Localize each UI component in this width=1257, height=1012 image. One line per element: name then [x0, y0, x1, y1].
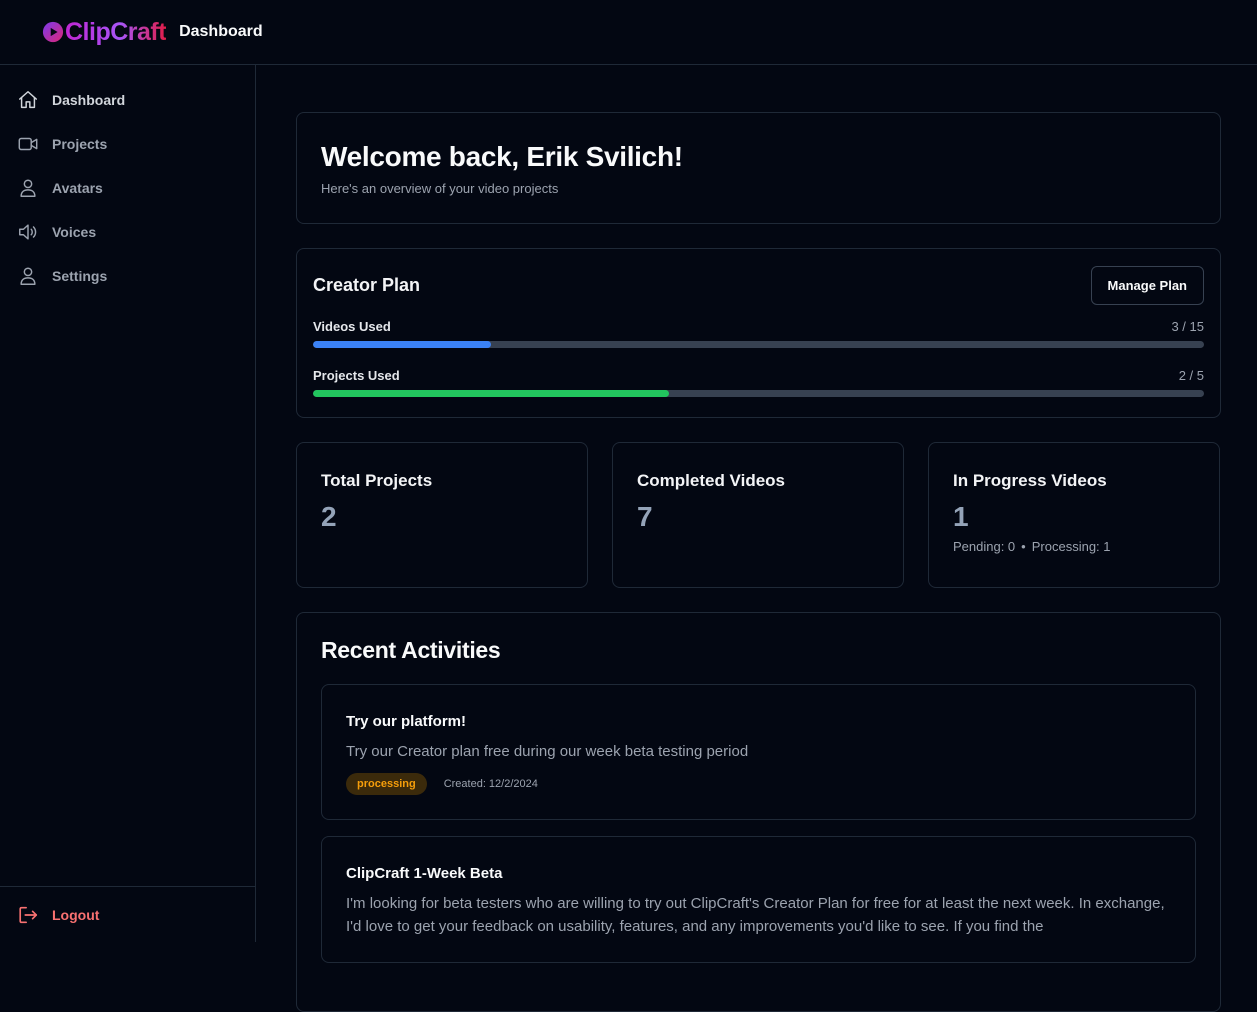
play-logo-icon	[42, 21, 64, 43]
activity-item[interactable]: ClipCraft 1-Week Beta I'm looking for be…	[321, 836, 1196, 963]
videos-used-label: Videos Used	[313, 319, 391, 334]
recent-activities-card: Recent Activities Try our platform! Try …	[296, 612, 1221, 1012]
videos-progress-fill	[313, 341, 492, 348]
activity-meta: processing Created: 12/2/2024	[346, 773, 1171, 795]
activity-item[interactable]: Try our platform! Try our Creator plan f…	[321, 684, 1196, 820]
activity-created-date: Created: 12/2/2024	[443, 778, 538, 790]
logout-icon	[19, 906, 38, 923]
pending-count: Pending: 0	[953, 539, 1016, 554]
user-icon	[20, 267, 36, 285]
stat-breakdown: Pending: 0 • Processing: 1	[953, 539, 1195, 554]
logout-label: Logout	[52, 906, 100, 923]
plan-header: Creator Plan Manage Plan	[313, 265, 1204, 305]
manage-plan-button[interactable]: Manage Plan	[1090, 265, 1204, 305]
stat-title: Total Projects	[321, 471, 433, 490]
projects-used-label: Projects Used	[313, 368, 400, 383]
sidebar-item-label: Settings	[52, 268, 108, 284]
main-content: Welcome back, Erik Svilich! Here's an ov…	[296, 112, 1221, 1012]
completed-videos-card: Completed Videos 7	[612, 442, 904, 588]
activity-title: Try our platform!	[346, 713, 467, 730]
stat-value: 2	[321, 501, 337, 532]
sidebar-item-projects[interactable]: Projects	[0, 122, 255, 166]
welcome-title: Welcome back, Erik Svilich!	[321, 141, 683, 172]
top-bar: ClipCraft Dashboard	[0, 0, 1257, 65]
stat-title: Completed Videos	[637, 471, 785, 490]
sidebar-item-avatars[interactable]: Avatars	[0, 166, 255, 210]
recent-activities-title: Recent Activities	[321, 637, 501, 663]
activity-description: Try our Creator plan free during our wee…	[346, 743, 749, 760]
sidebar-item-label: Voices	[52, 224, 97, 240]
sidebar-item-voices[interactable]: Voices	[0, 210, 255, 254]
plan-card: Creator Plan Manage Plan Videos Used 3 /…	[296, 248, 1221, 418]
separator-dot: •	[1021, 539, 1026, 554]
stats-row: Total Projects 2 Completed Videos 7 In P…	[296, 442, 1221, 588]
sidebar-item-label: Avatars	[52, 180, 103, 196]
projects-used-count: 2 / 5	[1178, 368, 1204, 383]
sidebar-item-label: Dashboard	[52, 92, 126, 108]
activity-title: ClipCraft 1-Week Beta	[346, 865, 503, 882]
stat-value: 7	[637, 501, 653, 532]
projects-usage: Projects Used 2 / 5	[313, 368, 1204, 397]
sidebar-item-label: Projects	[52, 136, 108, 152]
videos-usage: Videos Used 3 / 15	[313, 319, 1204, 348]
logout-button[interactable]: Logout	[0, 886, 255, 942]
welcome-subtitle: Here's an overview of your video project…	[321, 181, 559, 196]
sidebar-item-dashboard[interactable]: Dashboard	[0, 78, 255, 122]
speaker-icon	[19, 224, 37, 240]
status-badge: processing	[346, 773, 427, 795]
in-progress-videos-card: In Progress Videos 1 Pending: 0 • Processi…	[928, 442, 1220, 588]
user-icon	[20, 179, 36, 197]
total-projects-card: Total Projects 2	[296, 442, 588, 588]
sidebar-nav: Dashboard Projects Avatars Voices Settin…	[0, 65, 255, 298]
sidebar-item-settings[interactable]: Settings	[0, 254, 255, 298]
projects-progress-fill	[313, 390, 670, 397]
projects-progress-bar	[313, 390, 1204, 397]
video-camera-icon	[18, 137, 38, 151]
brand-name: ClipCraft	[65, 17, 167, 46]
stat-value: 1	[953, 501, 969, 532]
stat-title: In Progress Videos	[953, 471, 1107, 490]
home-icon	[19, 91, 37, 109]
sidebar: Dashboard Projects Avatars Voices Settin…	[0, 65, 256, 942]
page-title: Dashboard	[179, 23, 263, 40]
activity-description: I'm looking for beta testers who are wil…	[346, 895, 1165, 935]
logo[interactable]: ClipCraft	[42, 17, 167, 47]
welcome-card: Welcome back, Erik Svilich! Here's an ov…	[296, 112, 1221, 224]
videos-used-count: 3 / 15	[1171, 319, 1204, 334]
videos-progress-bar	[313, 341, 1204, 348]
processing-count: Processing: 1	[1031, 539, 1111, 554]
plan-title: Creator Plan	[313, 274, 421, 295]
